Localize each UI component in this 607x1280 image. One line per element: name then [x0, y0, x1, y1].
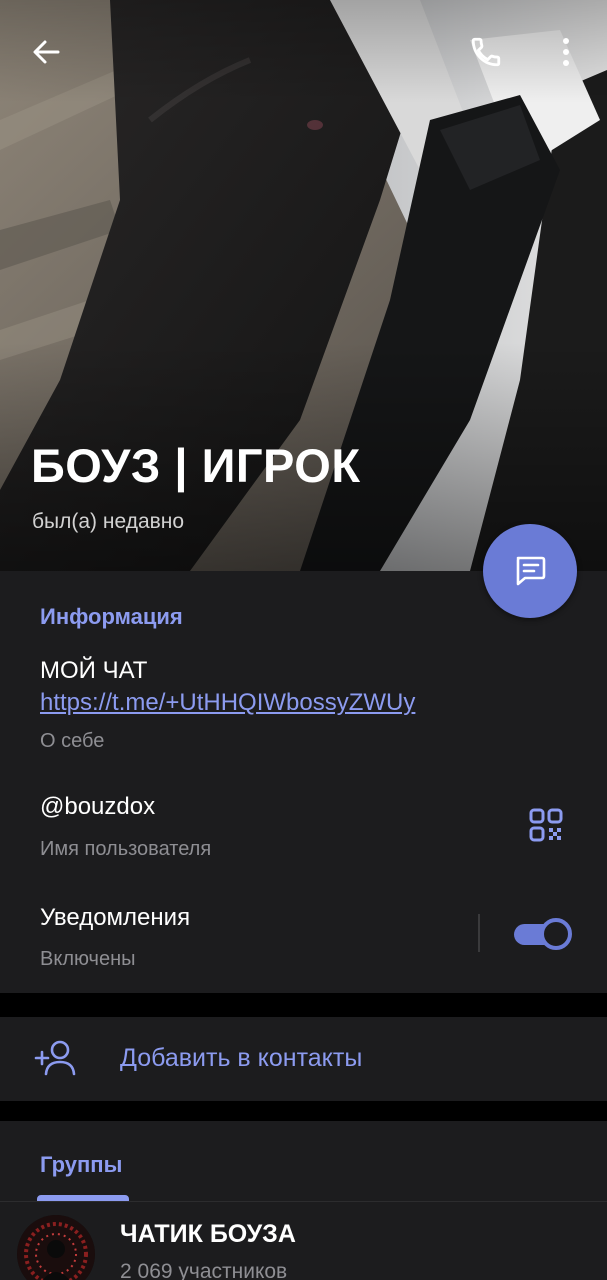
username: @bouzdox	[40, 793, 156, 820]
notifications-caption: Включены	[40, 948, 136, 970]
username-caption: Имя пользователя	[40, 838, 212, 860]
more-button[interactable]	[542, 28, 590, 76]
bio-text: МОЙ ЧАТ	[40, 657, 148, 684]
add-contact-label: Добавить в контакты	[120, 1044, 363, 1072]
toggle-knob	[540, 918, 572, 950]
qr-code-icon	[529, 808, 563, 842]
phone-icon	[471, 37, 501, 67]
group-avatar	[17, 1215, 95, 1280]
profile-status: был(а) недавно	[32, 510, 185, 533]
tab-groups[interactable]: Группы	[40, 1152, 122, 1178]
bio-caption: О себе	[40, 730, 105, 752]
vertical-divider	[478, 914, 480, 952]
add-user-icon	[34, 1040, 76, 1076]
add-contact-button[interactable]: Добавить в контакты	[0, 1017, 607, 1101]
send-message-button[interactable]	[483, 524, 577, 618]
group-members-count: 2 069 участников	[120, 1260, 288, 1280]
list-item[interactable]: ЧАТИК БОУЗА 2 069 участников	[0, 1203, 607, 1280]
more-vertical-icon	[563, 38, 569, 66]
notifications-row[interactable]: Уведомления Включены	[0, 889, 607, 979]
qr-code-button[interactable]	[526, 805, 566, 845]
call-button[interactable]	[462, 28, 510, 76]
info-section-title: Информация	[40, 604, 183, 629]
username-row[interactable]: @bouzdox Имя пользователя	[0, 776, 607, 866]
groups-card: Группы ЧАТИК БОУЗА 2 069 участников	[0, 1121, 607, 1280]
group-name: ЧАТИК БОУЗА	[120, 1220, 296, 1248]
tab-divider	[0, 1201, 607, 1202]
notifications-toggle[interactable]	[514, 918, 572, 950]
info-card: Информация МОЙ ЧАТ https://t.me/+UtHHQIW…	[0, 571, 607, 993]
bio-link[interactable]: https://t.me/+UtHHQIWbossyZWUy	[40, 689, 415, 717]
back-button[interactable]	[22, 28, 70, 76]
profile-photo-header[interactable]: БОУЗ | ИГРОК был(а) недавно	[0, 0, 607, 571]
message-icon	[516, 556, 546, 586]
profile-name: БОУЗ | ИГРОК	[31, 439, 361, 492]
back-arrow-icon	[33, 40, 60, 64]
notifications-label: Уведомления	[40, 904, 191, 931]
